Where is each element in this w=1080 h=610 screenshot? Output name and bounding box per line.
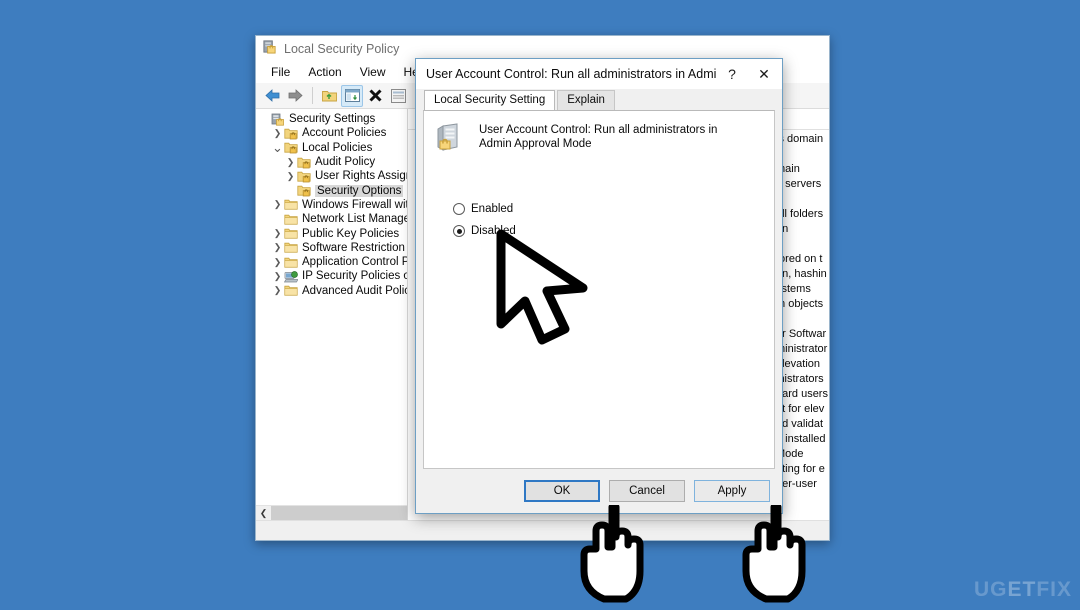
- policy-title: User Account Control: Run all administra…: [479, 124, 718, 150]
- tree-item-label: IP Security Policies on Local Computer: [302, 270, 407, 283]
- ok-button[interactable]: OK: [524, 480, 600, 502]
- tree-horizontal-scrollbar[interactable]: ❮: [256, 505, 407, 520]
- uac-policy-properties-dialog: User Account Control: Run all administra…: [415, 58, 783, 514]
- menu-action[interactable]: Action: [299, 63, 350, 81]
- folder-icon: [284, 213, 298, 226]
- folder-icon: [284, 241, 298, 254]
- tree-item-security-options[interactable]: Security Options: [256, 183, 407, 197]
- tree-item-label: Software Restriction Policies: [302, 241, 407, 254]
- cancel-button[interactable]: Cancel: [609, 480, 685, 502]
- close-icon[interactable]: ✕: [748, 60, 780, 88]
- tree-item-label: Application Control Policies: [302, 256, 407, 269]
- chevron-right-icon[interactable]: ❯: [284, 157, 297, 167]
- tree-item-label: Security Settings: [289, 113, 376, 126]
- radio-disabled-label: Disabled: [471, 225, 516, 237]
- tree-item-application-control-policies[interactable]: ❯ Application Control Policies: [256, 255, 407, 269]
- tab-explain[interactable]: Explain: [557, 90, 615, 110]
- scroll-track[interactable]: [271, 505, 407, 520]
- forward-icon[interactable]: [284, 85, 306, 107]
- tree-item-network-list-manager-policies[interactable]: Network List Manager Policies: [256, 212, 407, 226]
- chevron-right-icon[interactable]: ❯: [271, 243, 284, 252]
- tree-item-label: Security Options: [315, 184, 404, 197]
- folder-icon: [284, 284, 298, 297]
- tree-item-public-key-policies[interactable]: ❯ Public Key Policies: [256, 226, 407, 240]
- tree-item-label: Audit Policy: [315, 156, 376, 169]
- tree-item-label: Local Policies: [302, 141, 373, 154]
- tree-item-label: Account Policies: [302, 127, 387, 140]
- folder-lock-icon: [297, 156, 311, 169]
- dialog-titlebar: User Account Control: Run all administra…: [416, 59, 782, 89]
- tree-item-label: User Rights Assignment: [315, 170, 407, 183]
- dialog-button-row: OK Cancel Apply: [416, 469, 782, 513]
- folder-lock-icon: [284, 141, 298, 154]
- chevron-right-icon[interactable]: ❯: [271, 128, 284, 138]
- back-icon[interactable]: [261, 85, 283, 107]
- tree-item-account-policies[interactable]: ❯ Account Policies: [256, 126, 407, 140]
- security-policy-icon: [262, 39, 277, 59]
- watermark-middle: ET: [1007, 578, 1037, 601]
- menu-file[interactable]: File: [262, 63, 299, 81]
- tree-item-security-settings[interactable]: Security Settings: [256, 112, 407, 126]
- tree-item-label: Public Key Policies: [302, 227, 400, 240]
- tree-item-software-restriction-policies[interactable]: ❯ Software Restriction Policies: [256, 241, 407, 255]
- radio-enabled-mark: [453, 203, 465, 215]
- delete-icon[interactable]: [364, 85, 386, 107]
- chevron-right-icon[interactable]: ❯: [284, 171, 297, 181]
- help-button[interactable]: ?: [716, 60, 748, 88]
- up-folder-icon[interactable]: [318, 85, 340, 107]
- tree-item-local-policies[interactable]: ⌄ Local Policies: [256, 141, 407, 155]
- folder-icon: [284, 227, 298, 240]
- toolbar-separator: [312, 87, 313, 104]
- menu-view[interactable]: View: [351, 63, 395, 81]
- setting-radio-group: Enabled Disabled: [453, 198, 774, 242]
- watermark-suffix: FIX: [1036, 578, 1072, 601]
- chevron-right-icon[interactable]: ❯: [271, 229, 284, 238]
- folder-icon: [284, 198, 298, 211]
- scroll-left-icon[interactable]: ❮: [256, 506, 271, 521]
- tree-item-user-rights-assignment[interactable]: ❯ User Rights Assignment: [256, 169, 407, 183]
- chevron-right-icon[interactable]: ❯: [271, 271, 284, 281]
- window-title: Local Security Policy: [284, 41, 400, 56]
- tab-local-security-setting[interactable]: Local Security Setting: [424, 90, 556, 111]
- folder-lock-icon: [284, 127, 298, 140]
- folder-icon: [284, 256, 298, 269]
- console-tree-pane[interactable]: Security Settings ❯ Account Policies ⌄ Local…: [256, 109, 408, 520]
- dialog-tabs: Local Security Setting Explain: [416, 89, 782, 111]
- radio-disabled-mark: [453, 225, 465, 237]
- tree-item-ip-security-policies-on-local-computer[interactable]: ❯ IP Security Policies on Local Computer: [256, 269, 407, 283]
- ip-security-icon: [284, 270, 298, 283]
- security-settings-icon: [271, 113, 285, 126]
- radio-disabled[interactable]: Disabled: [453, 220, 774, 242]
- chevron-right-icon[interactable]: ❯: [271, 286, 284, 295]
- chevron-right-icon[interactable]: ❯: [271, 257, 284, 267]
- show-hide-tree-icon[interactable]: [341, 84, 363, 107]
- policy-header: User Account Control: Run all administra…: [424, 111, 774, 160]
- apply-button[interactable]: Apply: [694, 480, 770, 502]
- radio-enabled-label: Enabled: [471, 203, 514, 215]
- chevron-down-icon[interactable]: ⌄: [271, 141, 284, 154]
- tree-list: Security Settings ❯ Account Policies ⌄ Local…: [256, 109, 407, 298]
- site-watermark: UGETFIX: [974, 578, 1072, 602]
- watermark-prefix: UG: [973, 578, 1008, 601]
- dialog-title: User Account Control: Run all administra…: [426, 67, 716, 81]
- radio-enabled[interactable]: Enabled: [453, 198, 774, 220]
- tree-item-label: Windows Firewall with Advanced Security: [302, 198, 407, 211]
- tree-item-audit-policy[interactable]: ❯ Audit Policy: [256, 155, 407, 169]
- folder-lock-icon: [297, 184, 311, 197]
- scroll-thumb[interactable]: [271, 505, 407, 520]
- tree-item-label: Advanced Audit Policy Configuration: [302, 284, 407, 297]
- window-status-strip: [256, 520, 829, 540]
- tree-item-windows-firewall-with-advanced-security[interactable]: ❯ Windows Firewall with Advanced Security: [256, 198, 407, 212]
- properties-icon[interactable]: [387, 85, 409, 107]
- tree-item-label: Network List Manager Policies: [302, 213, 407, 226]
- tree-item-advanced-audit-policy-configuration[interactable]: ❯ Advanced Audit Policy Configuration: [256, 284, 407, 298]
- folder-lock-icon: [297, 170, 311, 183]
- policy-setting-icon: [435, 123, 465, 160]
- dialog-content: User Account Control: Run all administra…: [423, 110, 775, 469]
- chevron-right-icon[interactable]: ❯: [271, 200, 284, 209]
